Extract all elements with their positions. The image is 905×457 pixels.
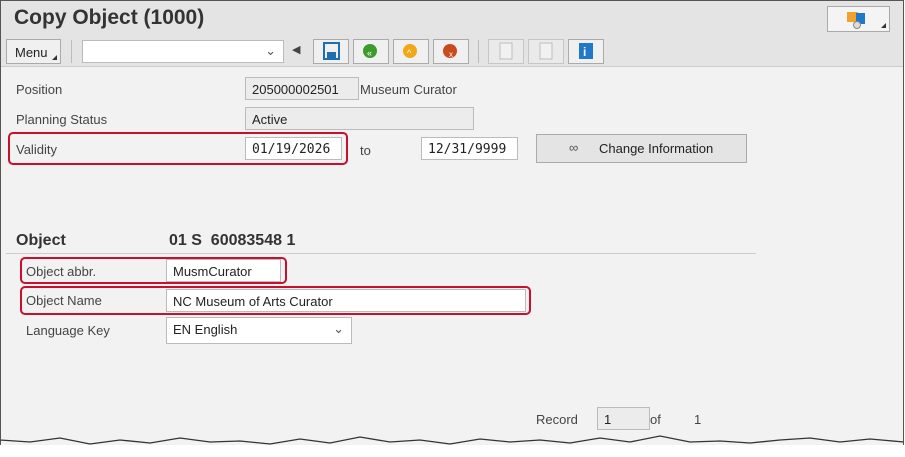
back-icon: « (363, 44, 377, 58)
object-key: 01 S 60083548 1 (169, 232, 296, 249)
object-name-input[interactable]: NC Museum of Arts Curator (166, 289, 526, 312)
record-current-input[interactable]: 1 (597, 407, 650, 430)
cancel-button[interactable]: x (433, 39, 469, 64)
svg-text:i: i (583, 45, 586, 59)
help-button[interactable] (827, 6, 890, 32)
save-icon (323, 42, 340, 60)
object-abbr-input[interactable]: MusmCurator (166, 259, 281, 282)
previous-button[interactable] (488, 39, 524, 64)
menu-button[interactable]: Menu (6, 39, 61, 64)
chevron-down-icon: ⌄ (333, 321, 344, 336)
back-button[interactable]: « (353, 39, 389, 64)
glasses-icon: ∞ (569, 140, 579, 155)
previous-page-icon (499, 42, 513, 60)
exit-icon: ^ (403, 44, 417, 58)
language-key-select[interactable]: EN English ⌄ (166, 317, 352, 344)
page-title: Copy Object (1000) (14, 6, 205, 29)
next-page-icon (539, 42, 553, 60)
object-abbr-label: Object abbr. (26, 264, 97, 279)
command-field[interactable]: ⌄ (82, 40, 284, 63)
position-name: Museum Curator (360, 82, 457, 97)
to-label: to (360, 143, 371, 158)
change-information-button[interactable]: ∞ Change Information (536, 134, 747, 163)
torn-edge (0, 432, 905, 445)
object-name-label: Object Name (26, 293, 102, 308)
language-key-label: Language Key (26, 323, 110, 338)
sap-window: Copy Object (1000) Menu ⌄ ◀ « ^ x i Posi… (0, 0, 904, 445)
help-icon (847, 12, 865, 29)
next-button[interactable] (528, 39, 564, 64)
cancel-icon: x (443, 44, 457, 59)
record-label: Record (536, 412, 578, 427)
info-icon: i (579, 43, 593, 59)
record-total: 1 (694, 412, 702, 427)
info-button[interactable]: i (568, 39, 604, 64)
validity-to-input[interactable]: 12/31/9999 (421, 137, 518, 160)
collapse-arrow-icon[interactable]: ◀ (292, 43, 300, 56)
title-bar: Copy Object (1000) (1, 1, 903, 35)
chevron-down-icon: ⌄ (265, 43, 276, 58)
planning-status-field: Active (245, 107, 474, 130)
svg-text:x: x (449, 50, 453, 59)
planning-status-label: Planning Status (16, 112, 108, 127)
position-label: Position (16, 82, 63, 97)
validity-from-input[interactable]: 01/19/2026 (245, 137, 342, 160)
toolbar: Menu ⌄ ◀ « ^ x i (1, 35, 903, 67)
object-heading: Object (16, 232, 66, 249)
save-button[interactable] (313, 39, 349, 64)
validity-label: Validity (16, 142, 57, 157)
of-label: of (650, 412, 661, 427)
position-id-field: 205000002501 (245, 77, 359, 100)
exit-button[interactable]: ^ (393, 39, 429, 64)
divider (6, 253, 756, 254)
svg-text:«: « (367, 48, 372, 58)
